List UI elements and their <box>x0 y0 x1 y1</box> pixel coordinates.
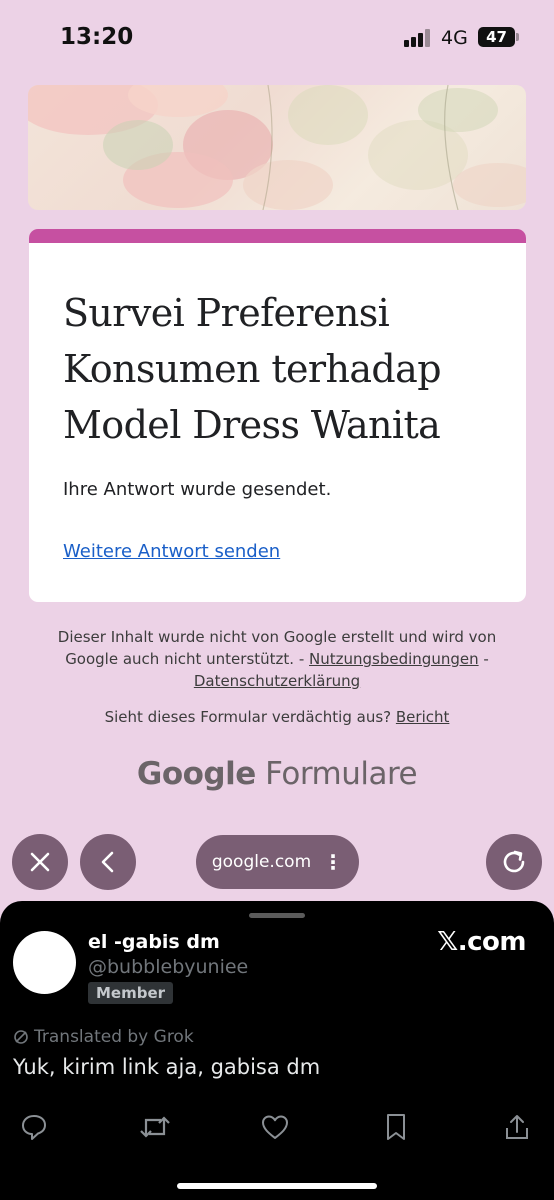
x-logo: 𝕏.com <box>437 927 526 957</box>
privacy-link[interactable]: Datenschutzerklärung <box>194 672 360 690</box>
network-label: 4G <box>441 27 468 49</box>
back-button[interactable] <box>80 834 136 890</box>
like-button[interactable] <box>255 1107 295 1147</box>
user-handle[interactable]: @bubblebyuniee <box>88 956 248 978</box>
google-forms-logo[interactable]: Google Formulare <box>0 756 554 792</box>
share-button[interactable] <box>497 1107 537 1147</box>
status-bar: 13:20 4G 47 <box>0 0 554 70</box>
report-link[interactable]: Bericht <box>396 708 450 726</box>
bookmark-icon <box>387 1114 405 1140</box>
bookmark-button[interactable] <box>376 1107 416 1147</box>
back-icon <box>101 851 114 873</box>
home-indicator[interactable] <box>177 1183 377 1189</box>
share-icon <box>506 1115 528 1139</box>
member-badge: Member <box>88 982 174 1004</box>
sheet-grabber[interactable] <box>249 913 305 918</box>
report-line: Sieht dieses Formular verdächtig aus? Be… <box>40 708 514 726</box>
reply-icon <box>22 1115 46 1140</box>
translated-label: Translated by Grok <box>13 1027 194 1047</box>
signal-icon <box>404 29 434 47</box>
submit-another-link[interactable]: Weitere Antwort senden <box>63 541 280 562</box>
disclaimer: Dieser Inhalt wurde nicht von Google ers… <box>40 626 514 692</box>
form-title: Survei Preferensi Konsumen terhadap Mode… <box>63 291 442 447</box>
logo-google: Google <box>136 756 256 792</box>
confirmation-message: Ihre Antwort wurde gesendet. <box>63 479 332 500</box>
form-header-image <box>28 85 526 210</box>
translate-icon <box>14 1030 28 1044</box>
tweet-panel: el -gabis dm @bubblebyuniee Member 𝕏.com… <box>0 901 554 1200</box>
translated-text: Translated by Grok <box>34 1027 194 1047</box>
repost-icon <box>140 1116 170 1138</box>
avatar[interactable] <box>13 931 76 994</box>
reply-button[interactable] <box>14 1107 54 1147</box>
url-text: google.com <box>211 852 312 872</box>
browser-toolbar: google.com ⋮ <box>0 830 554 896</box>
close-button[interactable] <box>12 834 68 890</box>
battery-icon: 47 <box>478 27 519 47</box>
report-text: Sieht dieses Formular verdächtig aus? <box>104 708 392 726</box>
close-icon <box>30 852 50 872</box>
user-name[interactable]: el -gabis dm <box>88 931 220 953</box>
logo-product: Formulare <box>265 756 418 792</box>
disclaimer-separator: - <box>483 650 489 668</box>
reload-button[interactable] <box>486 834 542 890</box>
repost-button[interactable] <box>135 1107 175 1147</box>
more-icon[interactable]: ⋮ <box>323 850 343 874</box>
form-card: Survei Preferensi Konsumen terhadap Mode… <box>29 229 526 602</box>
reload-icon <box>503 850 525 873</box>
terms-link[interactable]: Nutzungsbedingungen <box>309 650 479 668</box>
url-bar[interactable]: google.com ⋮ <box>196 835 359 889</box>
tweet-actions <box>0 1107 554 1147</box>
status-time: 13:20 <box>60 24 134 50</box>
tweet-text: Yuk, kirim link aja, gabisa dm <box>13 1055 321 1079</box>
like-icon <box>262 1115 288 1139</box>
form-accent-bar <box>29 229 526 243</box>
